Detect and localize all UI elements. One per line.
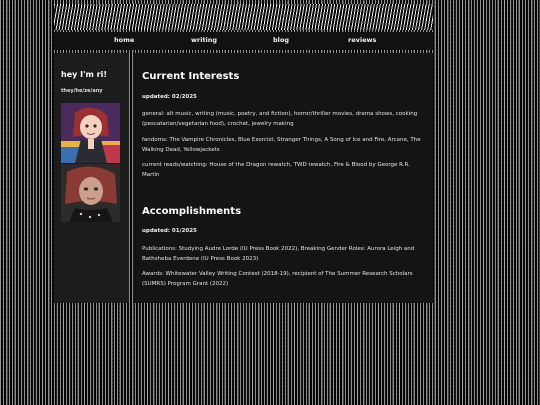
- interests-updated-date: updated: 02/2025: [142, 94, 197, 100]
- accomplishments-publications: Publications: Studying Audre Lorde (IU P…: [142, 246, 415, 262]
- top-nav: home writing blog reviews: [54, 32, 433, 50]
- profile-sidebar: hey I'm ri! they/he/ze/any: [54, 53, 129, 303]
- nav-reviews-link[interactable]: reviews: [348, 36, 376, 44]
- nav-blog-link[interactable]: blog: [273, 36, 289, 44]
- avatar-illustration-art: [61, 103, 120, 163]
- interests-current: current reads/watching: House of the Dra…: [142, 162, 410, 178]
- header-banner: [54, 4, 433, 30]
- avatar-illustration: [61, 103, 120, 163]
- interests-fandoms: fandoms: The Vampire Chronicles, Blue Ex…: [142, 137, 421, 153]
- profile-greeting: hey I'm ri!: [61, 70, 108, 79]
- section-title-interests: Current Interests: [142, 71, 240, 82]
- avatar-photo: [61, 164, 120, 222]
- main-content: Current Interests updated: 02/2025 gener…: [133, 53, 433, 303]
- nav-writing-link[interactable]: writing: [191, 36, 217, 44]
- avatar-photo-art: [61, 164, 120, 222]
- nav-home-link[interactable]: home: [114, 36, 134, 44]
- interests-general: general: alt music, writing (music, poet…: [142, 111, 418, 127]
- accomplishments-updated-date: updated: 01/2025: [142, 228, 197, 234]
- section-title-accomplishments: Accomplishments: [142, 206, 242, 217]
- accomplishments-awards: Awards: Whitewater Valley Writing Contes…: [142, 271, 413, 287]
- profile-pronouns: they/he/ze/any: [61, 88, 103, 94]
